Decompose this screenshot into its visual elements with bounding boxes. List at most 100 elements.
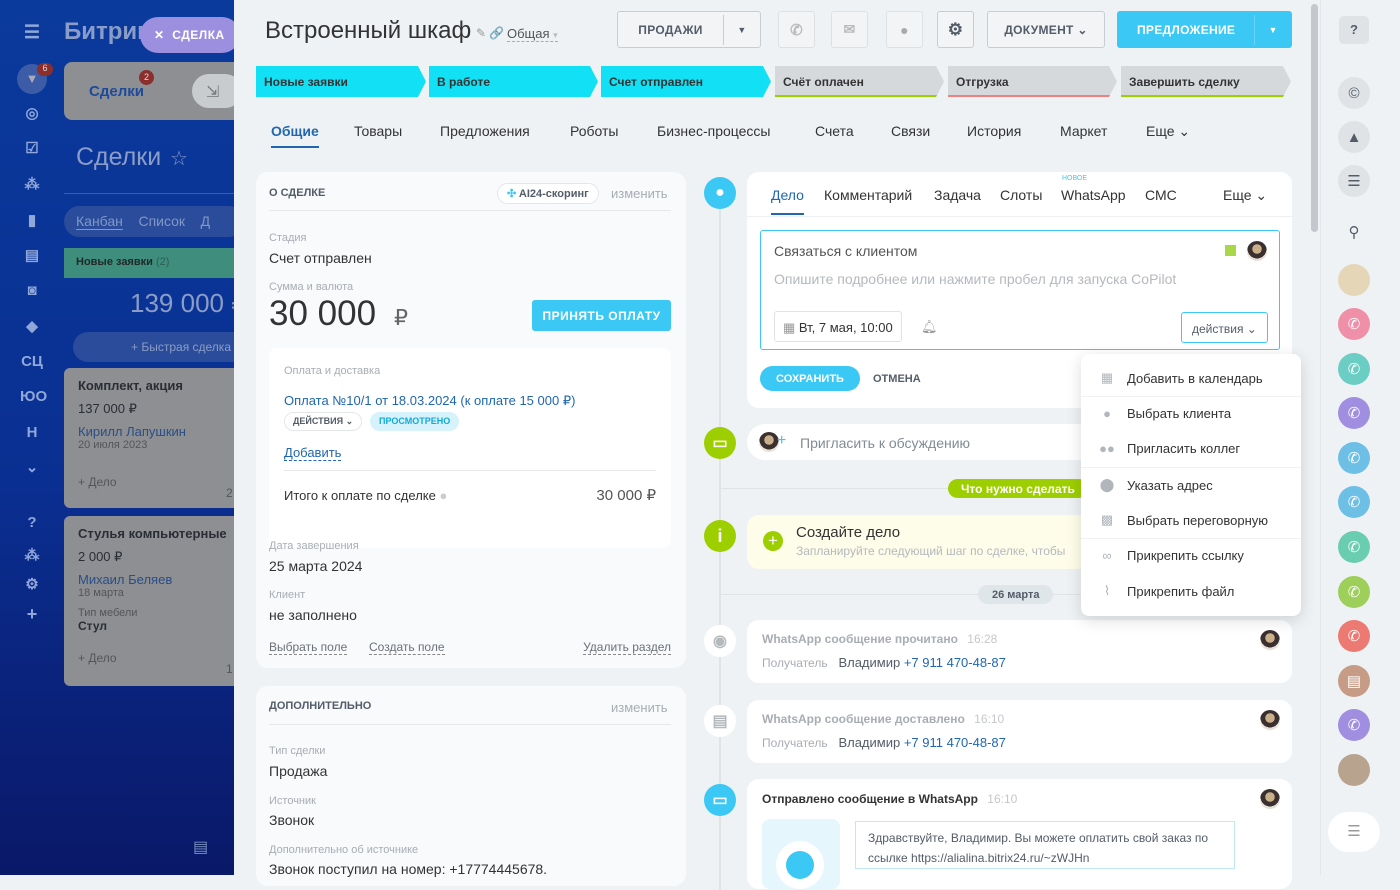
- call-icon[interactable]: ✆: [1338, 308, 1370, 340]
- view-list[interactable]: Список: [138, 213, 185, 229]
- contact-card-icon[interactable]: ▤: [1338, 665, 1370, 697]
- tab-whatsapp[interactable]: WhatsApp: [1061, 187, 1126, 203]
- stage-finish[interactable]: Завершить сделку: [1121, 66, 1291, 97]
- help-icon[interactable]: ●: [439, 488, 447, 503]
- analytics-icon[interactable]: ▮: [20, 211, 44, 229]
- search-icon[interactable]: ⚲: [1338, 216, 1370, 248]
- mail-button[interactable]: ✉: [831, 11, 868, 48]
- printer-icon[interactable]: ▤: [193, 837, 208, 857]
- select-field-link[interactable]: Выбрать поле: [269, 640, 348, 655]
- card-add-activity[interactable]: + Дело: [78, 475, 230, 489]
- card-add-activity[interactable]: + Дело: [78, 651, 230, 665]
- recipient-phone[interactable]: +7 911 470-48-87: [904, 655, 1006, 670]
- call-icon[interactable]: ✆: [1338, 709, 1370, 741]
- structure-icon[interactable]: ⁂: [20, 546, 44, 564]
- list-icon[interactable]: ☰: [1328, 812, 1380, 852]
- add-payment-link[interactable]: Добавить: [284, 445, 342, 461]
- call-icon[interactable]: ✆: [1338, 442, 1370, 474]
- save-button[interactable]: СОХРАНИТЬ: [760, 366, 860, 391]
- avatar[interactable]: [1338, 264, 1370, 296]
- tab-products[interactable]: Товары: [354, 123, 402, 139]
- tab-offers[interactable]: Предложения: [440, 123, 530, 139]
- contact-icon[interactable]: ▤: [20, 246, 44, 264]
- chevron-down-icon[interactable]: ⌄: [20, 458, 44, 476]
- menu-select-client[interactable]: ● Выбрать клиента: [1099, 406, 1231, 421]
- scrollbar[interactable]: [1311, 4, 1318, 232]
- tab-deals[interactable]: Сделки: [89, 83, 144, 100]
- bell-icon[interactable]: 🔔︎: [921, 319, 938, 335]
- stage-invoice-sent[interactable]: Счет отправлен: [601, 66, 771, 97]
- tab-more[interactable]: Еще ⌄: [1146, 123, 1190, 140]
- nav-yuo[interactable]: ЮО: [20, 388, 47, 405]
- tab-market[interactable]: Маркет: [1060, 123, 1107, 139]
- edit-link[interactable]: изменить: [611, 186, 668, 201]
- activity-description[interactable]: Опишите подробнее или нажмите пробел для…: [774, 271, 1176, 287]
- document-button[interactable]: ДОКУМЕНТ ⌄: [987, 11, 1105, 48]
- deadline-picker[interactable]: ▦ Вт, 7 мая, 10:00: [774, 311, 902, 342]
- call-icon[interactable]: ✆: [1338, 397, 1370, 429]
- copilot-icon[interactable]: ©: [1338, 77, 1370, 109]
- color-marker[interactable]: [1225, 245, 1236, 256]
- caret-down-icon[interactable]: ▼: [724, 25, 760, 35]
- box-icon[interactable]: ◆: [20, 317, 44, 335]
- payment-link[interactable]: Оплата №10/1 от 18.03.2024 (к оплате 15 …: [284, 393, 575, 409]
- tab-task[interactable]: Задача: [934, 187, 981, 203]
- menu-select-room[interactable]: ▩ Выбрать переговорную: [1099, 512, 1268, 528]
- responsible-avatar[interactable]: [1247, 241, 1267, 261]
- nav-n[interactable]: Н: [20, 424, 44, 441]
- settings-button[interactable]: ⚙: [937, 11, 974, 48]
- tab-activity[interactable]: Дело: [771, 187, 804, 215]
- stage-paid[interactable]: Счёт оплачен: [775, 66, 944, 97]
- tab-invoices[interactable]: Счета: [815, 123, 854, 139]
- sales-funnel-button[interactable]: ПРОДАЖИ ▼: [617, 11, 761, 48]
- tab-more[interactable]: Еще ⌄: [1223, 187, 1267, 204]
- kanban-card[interactable]: Стулья компьютерные 2 000 ₽ Михаил Беляе…: [64, 516, 234, 686]
- plus-icon[interactable]: +: [20, 604, 44, 625]
- menu-invite-colleagues[interactable]: ●● Пригласить коллег: [1099, 441, 1240, 456]
- card-client[interactable]: Кирилл Лапушкин: [78, 424, 230, 439]
- activity-title[interactable]: Связаться с клиентом: [774, 243, 917, 259]
- edit-pencil-icon[interactable]: ✎ 🔗: [476, 26, 504, 40]
- offer-button[interactable]: ПРЕДЛОЖЕНИЕ ▼: [1117, 11, 1292, 48]
- help-icon[interactable]: ?: [20, 514, 44, 531]
- robot-icon[interactable]: ◙: [20, 282, 44, 299]
- tab-business-processes[interactable]: Бизнес-процессы: [657, 123, 770, 139]
- tasks-icon[interactable]: ☑: [20, 139, 44, 157]
- menu-icon[interactable]: ☰: [20, 22, 44, 43]
- quick-deal-button[interactable]: + Быстрая сделка: [73, 332, 234, 362]
- call-icon[interactable]: ✆: [1338, 576, 1370, 608]
- stage-new[interactable]: Новые заявки: [256, 66, 426, 97]
- payment-actions-button[interactable]: ДЕЙСТВИЯ ⌄: [284, 412, 363, 431]
- call-icon[interactable]: ✆: [1338, 353, 1370, 385]
- tab-general[interactable]: Общие: [271, 123, 319, 148]
- avatar[interactable]: [1338, 754, 1370, 786]
- kanban-card[interactable]: Комплект, акция 137 000 ₽ Кирилл Лапушки…: [64, 368, 234, 508]
- menu-add-calendar[interactable]: ▦ Добавить в календарь: [1099, 370, 1263, 386]
- call-icon[interactable]: ✆: [1338, 531, 1370, 563]
- ai-scoring-button[interactable]: ✣ AI24-скоринг: [497, 183, 599, 204]
- tab-robots[interactable]: Роботы: [570, 123, 618, 139]
- caret-down-icon[interactable]: ▼: [1255, 25, 1291, 35]
- call-icon[interactable]: ✆: [1338, 620, 1370, 652]
- edit-link[interactable]: изменить: [611, 700, 668, 715]
- actions-button[interactable]: действия ⌄: [1181, 312, 1268, 343]
- close-slider-button[interactable]: ✕ СДЕЛКА: [140, 17, 234, 53]
- stage-shipping[interactable]: Отгрузка: [948, 66, 1117, 97]
- tab-slots[interactable]: Слоты: [1000, 187, 1042, 203]
- call-button[interactable]: ✆: [778, 11, 815, 48]
- create-field-link[interactable]: Создать поле: [369, 640, 445, 655]
- invite-row[interactable]: + Пригласить к обсуждению: [747, 424, 1107, 460]
- chat-button[interactable]: ●: [886, 11, 923, 48]
- view-other[interactable]: Д: [201, 213, 210, 229]
- menu-set-address[interactable]: ⬤ Указать адрес: [1099, 477, 1213, 493]
- activity-input[interactable]: Связаться с клиентом Опишите подробнее и…: [760, 230, 1280, 350]
- delete-section-link[interactable]: Удалить раздел: [583, 640, 671, 655]
- call-icon[interactable]: ✆: [1338, 486, 1370, 518]
- create-activity-card[interactable]: + Создайте дело Запланируйте следующий ш…: [747, 515, 1107, 569]
- star-icon[interactable]: ☆: [170, 146, 188, 171]
- accept-payment-button[interactable]: ПРИНЯТЬ ОПЛАТУ: [532, 300, 671, 331]
- tab-sms[interactable]: СМС: [1145, 187, 1177, 203]
- tab-history[interactable]: История: [967, 123, 1021, 139]
- plus-circle-icon[interactable]: +: [763, 531, 783, 551]
- menu-attach-link[interactable]: ∞ Прикрепить ссылку: [1099, 548, 1244, 563]
